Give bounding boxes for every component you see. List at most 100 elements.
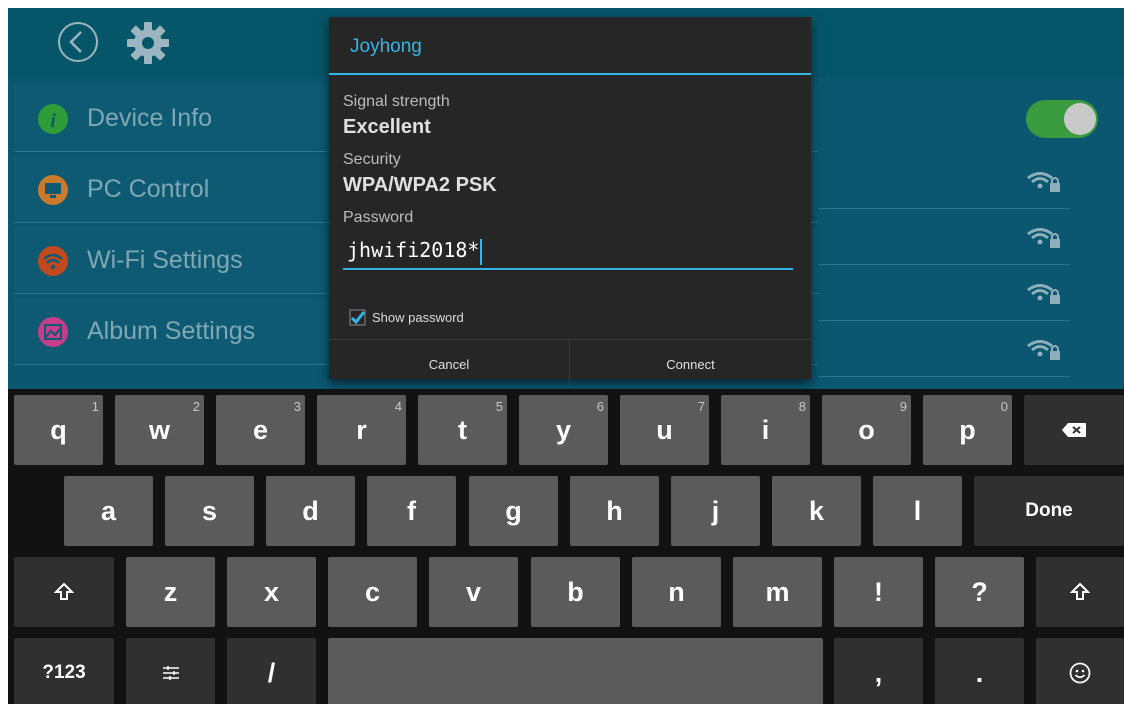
done-key[interactable]: Done xyxy=(974,476,1124,546)
key-q[interactable]: q1 xyxy=(14,395,103,465)
wifi-lock-icon xyxy=(1027,340,1060,360)
cancel-button[interactable]: Cancel xyxy=(329,340,569,388)
symbols-key[interactable]: ?123 xyxy=(14,638,114,704)
wifi-network-row[interactable] xyxy=(818,153,1070,209)
security-label: Security xyxy=(343,151,401,168)
gear-icon xyxy=(127,22,169,64)
shift-icon xyxy=(54,582,74,600)
key-a[interactable]: a xyxy=(64,476,153,546)
key-b[interactable]: b xyxy=(531,557,620,627)
key-h[interactable]: h xyxy=(570,476,659,546)
key-x[interactable]: x xyxy=(227,557,316,627)
key-label: y xyxy=(555,414,572,445)
signal-strength-label: Signal strength xyxy=(343,93,450,110)
key-hint: 8 xyxy=(798,399,806,414)
connect-button[interactable]: Connect xyxy=(570,340,811,388)
key-i[interactable]: i8 xyxy=(721,395,810,465)
key-c[interactable]: c xyxy=(328,557,417,627)
info-icon: i xyxy=(38,104,68,134)
key-f[interactable]: f xyxy=(367,476,456,546)
security-value: WPA/WPA2 PSK xyxy=(343,174,497,196)
password-input[interactable]: jhwifi2018* xyxy=(343,232,793,270)
back-arrow-icon xyxy=(58,22,98,62)
key-d[interactable]: d xyxy=(266,476,355,546)
key-label: t xyxy=(458,414,467,445)
wifi-network-row[interactable] xyxy=(818,265,1070,321)
key-m[interactable]: m xyxy=(733,557,822,627)
dialog-buttons: Cancel Connect xyxy=(329,339,811,388)
menu-item-label: Wi-Fi Settings xyxy=(87,246,243,274)
svg-text:i: i xyxy=(50,110,56,132)
key-hint: 2 xyxy=(192,399,200,414)
key-n[interactable]: n xyxy=(632,557,721,627)
monitor-icon xyxy=(38,175,68,205)
smiley-icon xyxy=(1069,662,1091,684)
password-label: Password xyxy=(343,209,414,226)
key-j[interactable]: j xyxy=(671,476,760,546)
screen: i Device Info PC Control Wi-Fi Settings xyxy=(8,8,1124,704)
key-w[interactable]: w2 xyxy=(115,395,204,465)
backspace-key[interactable] xyxy=(1024,395,1124,465)
key-o[interactable]: o9 xyxy=(822,395,911,465)
shift-key-left[interactable] xyxy=(14,557,114,627)
key-u[interactable]: u7 xyxy=(620,395,709,465)
wifi-network-row[interactable] xyxy=(818,321,1070,377)
sliders-icon xyxy=(162,666,179,680)
key-label: u xyxy=(656,414,673,445)
key-k[interactable]: k xyxy=(772,476,861,546)
text-cursor xyxy=(480,238,483,265)
key-hint: 0 xyxy=(1000,399,1008,414)
key-hint: 5 xyxy=(495,399,503,414)
key-hint: 1 xyxy=(91,399,99,414)
back-button[interactable] xyxy=(56,20,100,64)
key-label: r xyxy=(356,414,367,445)
dialog-title: Joyhong xyxy=(350,36,422,57)
image-icon xyxy=(38,317,68,347)
key-question[interactable]: ? xyxy=(935,557,1024,627)
menu-item-label: PC Control xyxy=(87,175,210,203)
settings-key[interactable] xyxy=(126,638,215,704)
soft-keyboard: q1 w2 e3 r4 t5 y6 u7 i8 o9 p0 a s d f g … xyxy=(8,389,1124,704)
wifi-toggle[interactable] xyxy=(1026,100,1098,138)
key-y[interactable]: y6 xyxy=(519,395,608,465)
key-z[interactable]: z xyxy=(126,557,215,627)
key-g[interactable]: g xyxy=(469,476,558,546)
toggle-knob xyxy=(1064,103,1096,135)
key-t[interactable]: t5 xyxy=(418,395,507,465)
wifi-lock-icon xyxy=(1027,172,1060,192)
period-key[interactable]: . xyxy=(935,638,1024,704)
key-label: q xyxy=(50,414,67,445)
key-v[interactable]: v xyxy=(429,557,518,627)
key-hint: 6 xyxy=(596,399,604,414)
backspace-icon xyxy=(1062,423,1086,437)
key-s[interactable]: s xyxy=(165,476,254,546)
key-label: e xyxy=(252,414,269,445)
wifi-lock-icon xyxy=(1027,228,1060,248)
shift-icon xyxy=(1070,582,1090,600)
key-p[interactable]: p0 xyxy=(923,395,1012,465)
slash-key[interactable]: / xyxy=(227,638,316,704)
shift-key-right[interactable] xyxy=(1036,557,1124,627)
wifi-network-row[interactable] xyxy=(818,209,1070,265)
key-label: o xyxy=(858,414,875,445)
key-r[interactable]: r4 xyxy=(317,395,406,465)
key-label: w xyxy=(148,414,170,445)
key-e[interactable]: e3 xyxy=(216,395,305,465)
emoji-key[interactable] xyxy=(1036,638,1124,704)
show-password-checkbox[interactable] xyxy=(349,309,366,326)
key-l[interactable]: l xyxy=(873,476,962,546)
wifi-connect-dialog: Joyhong Signal strength Excellent Securi… xyxy=(329,17,811,388)
space-key[interactable] xyxy=(328,638,823,704)
wifi-lock-icon xyxy=(1027,284,1060,304)
settings-button[interactable] xyxy=(124,19,172,67)
menu-item-label: Device Info xyxy=(87,104,213,132)
key-exclamation[interactable]: ! xyxy=(834,557,923,627)
title-divider xyxy=(329,73,811,75)
show-password-label[interactable]: Show password xyxy=(372,310,464,325)
key-label: i xyxy=(761,414,770,445)
password-value: jhwifi2018* xyxy=(347,238,480,262)
menu-item-label: Album Settings xyxy=(87,317,256,345)
key-hint: 3 xyxy=(293,399,301,414)
key-hint: 7 xyxy=(697,399,705,414)
comma-key[interactable]: , xyxy=(834,638,923,704)
